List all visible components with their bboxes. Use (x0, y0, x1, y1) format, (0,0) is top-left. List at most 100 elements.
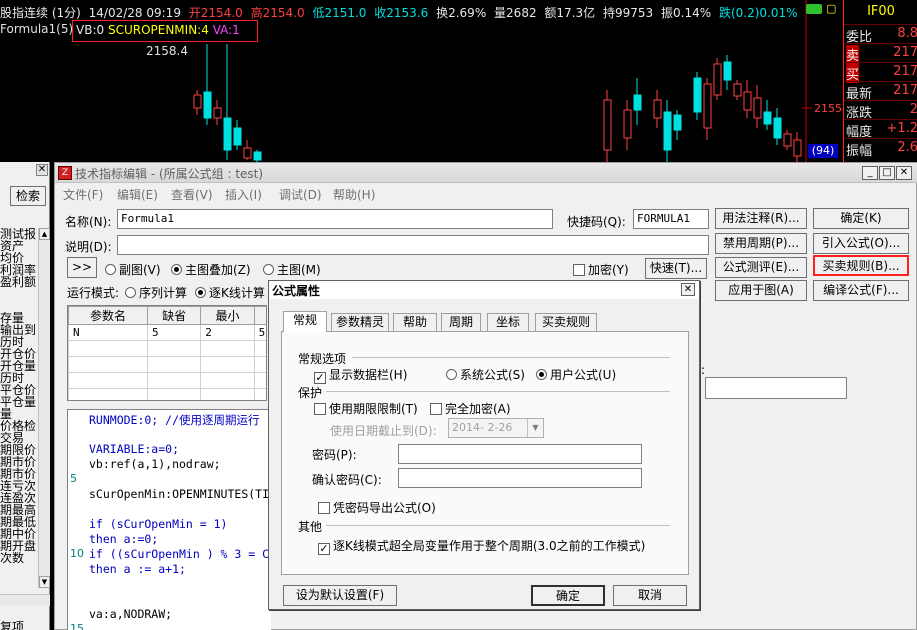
right-text-input[interactable] (705, 377, 847, 399)
radio-mode-kline[interactable]: 逐K线计算 (195, 284, 265, 301)
disable-period-button[interactable]: 禁用周期(P)... (715, 233, 807, 254)
table-row[interactable]: N52500 (68, 324, 266, 341)
code-line[interactable]: if (sCurOpenMin = 1) (89, 517, 227, 531)
left-list-item[interactable]: 历时 (0, 372, 38, 384)
code-line[interactable]: then a:=0; (89, 532, 158, 546)
use-expiry-checkbox[interactable]: 使用期限限制(T) (314, 400, 418, 417)
param-cell[interactable] (200, 372, 255, 389)
left-list-item[interactable]: 次数 (0, 552, 38, 564)
radio-main-chart[interactable]: 主图(M) (263, 261, 321, 278)
apply-to-chart-button[interactable]: 应用于图(A) (715, 280, 807, 301)
maximize-icon[interactable]: □ (879, 166, 895, 180)
param-cell[interactable] (200, 340, 255, 357)
param-cell[interactable] (146, 372, 202, 389)
param-cell[interactable]: 2 (200, 324, 255, 341)
menu-insert[interactable]: 插入(I) (225, 186, 262, 203)
tab-param-wizard[interactable]: 参数精灵 (331, 313, 389, 331)
menu-file[interactable]: 文件(F) (63, 186, 103, 203)
tab-general[interactable]: 常规 (283, 311, 327, 332)
tab-axis[interactable]: 坐标 (487, 313, 529, 331)
left-list-item[interactable]: 开仓量 (0, 360, 38, 372)
param-cell[interactable] (68, 356, 148, 373)
radio-user-formula[interactable]: 用户公式(U) (536, 366, 616, 383)
table-row[interactable] (68, 372, 266, 389)
param-cell[interactable]: 500 (253, 324, 266, 341)
name-input[interactable]: Formula1 (117, 209, 553, 229)
window-close-icon[interactable]: ✕ (896, 166, 912, 180)
code-editor[interactable]: 5 10 15 RUNMODE:0; //使用逐周期运行 VARIABLE:a=0; v… (67, 409, 271, 630)
minimize-icon[interactable]: _ (862, 166, 878, 180)
left-list-item[interactable] (0, 300, 38, 312)
left-list-item[interactable]: 期开盘 (0, 540, 38, 552)
left-list-item[interactable]: 存量 (0, 312, 38, 324)
show-data-bar-checkbox[interactable]: ✓ 显示数据栏(H) (314, 366, 407, 384)
left-list-item[interactable]: 连亏次 (0, 480, 38, 492)
left-list-item[interactable]: 利润率 (0, 264, 38, 276)
dialog-close-icon[interactable]: ✕ (681, 283, 695, 296)
table-row[interactable] (68, 340, 266, 357)
left-list-item[interactable]: 交易 (0, 432, 38, 444)
left-list-item[interactable]: 期中价 (0, 528, 38, 540)
full-encrypt-checkbox[interactable]: 完全加密(A) (430, 400, 511, 417)
left-list-item[interactable]: 量 (0, 408, 38, 420)
close-icon[interactable]: ✕ (36, 164, 48, 176)
tab-trade-rules[interactable]: 买卖规则 (535, 313, 597, 331)
import-formula-button[interactable]: 引入公式(O)... (813, 233, 909, 254)
expand-button[interactable]: >> (67, 257, 97, 278)
menu-help[interactable]: 帮助(H) (333, 186, 375, 203)
param-cell[interactable] (68, 388, 148, 400)
left-list-item[interactable]: 平仓价 (0, 384, 38, 396)
shortcut-input[interactable]: FORMULA1 (633, 209, 709, 229)
param-column-header[interactable]: 最大 (253, 306, 266, 325)
param-column-header[interactable]: 参数名 (68, 306, 148, 325)
param-cell[interactable]: N (68, 324, 148, 341)
left-list-item[interactable]: 期限价 (0, 444, 38, 456)
dialog-cancel-button[interactable]: 取消 (613, 585, 687, 606)
left-list-item[interactable]: 测试报 (0, 228, 38, 240)
parameter-table[interactable]: 参数名缺省最小最大 N52500 (67, 305, 267, 401)
param-cell[interactable] (68, 372, 148, 389)
menu-view[interactable]: 查看(V) (171, 186, 213, 203)
param-cell[interactable]: 5 (146, 324, 202, 341)
dialog-ok-button[interactable]: 确定 (531, 585, 605, 606)
left-list-item[interactable]: 期市价 (0, 456, 38, 468)
left-list-item[interactable]: 盈利额 (0, 276, 38, 288)
param-cell[interactable] (146, 388, 202, 400)
kline-chart[interactable]: 股指连续 (1分) 14/02/28 09:19 开2154.0 高2154.0… (0, 0, 843, 162)
param-cell[interactable] (146, 356, 202, 373)
param-cell[interactable] (253, 372, 266, 389)
quick-button[interactable]: 快速(T)... (645, 258, 707, 279)
left-hscrollbar[interactable] (0, 594, 50, 606)
code-line[interactable]: if ((sCurOpenMin ) % 3 = C (89, 547, 269, 561)
expiry-date-picker[interactable]: 2014- 2-26 ▼ (448, 418, 544, 438)
radio-system-formula[interactable]: 系统公式(S) (446, 366, 525, 383)
radio-mode-sequence[interactable]: 序列计算 (125, 284, 187, 301)
radio-main-overlay[interactable]: 主图叠加(Z) (171, 261, 251, 278)
param-cell[interactable] (68, 340, 148, 357)
compile-formula-button[interactable]: 编译公式(F)... (813, 280, 909, 301)
set-default-button[interactable]: 设为默认设置(F) (283, 585, 397, 606)
code-line[interactable]: vb:ref(a,1),nodraw; (89, 457, 221, 471)
code-text[interactable]: RUNMODE:0; //使用逐周期运行 VARIABLE:a=0; vb:ref(… (89, 410, 271, 630)
radio-sub-chart[interactable]: 副图(V) (105, 261, 161, 278)
left-list-item[interactable]: 价格检 (0, 420, 38, 432)
desc-input[interactable] (117, 235, 709, 255)
param-column-header[interactable]: 最小 (200, 306, 255, 325)
search-button[interactable]: 检索 (10, 186, 46, 206)
scroll-up-icon[interactable]: ▲ (39, 228, 50, 240)
formula-test-button[interactable]: 公式测评(E)... (715, 257, 807, 278)
code-line[interactable]: va:a,NODRAW; (89, 607, 172, 621)
param-cell[interactable] (253, 340, 266, 357)
scroll-down-icon[interactable]: ▼ (39, 576, 50, 588)
table-row[interactable] (68, 388, 266, 400)
left-scrollbar[interactable]: ▲ ▼ (38, 228, 50, 588)
left-list-item[interactable]: 输出到 (0, 324, 38, 336)
left-list-item[interactable]: 资产 (0, 240, 38, 252)
code-line[interactable]: RUNMODE:0; //使用逐周期运行 (89, 412, 260, 427)
left-list-item[interactable]: 期最高 (0, 504, 38, 516)
trade-rules-button[interactable]: 买卖规则(B)... (813, 255, 909, 276)
confirm-password-input[interactable] (398, 468, 642, 488)
left-list-item[interactable]: 平仓量 (0, 396, 38, 408)
left-list-item[interactable]: 期市价 (0, 468, 38, 480)
confirm-button[interactable]: 确定(K) (813, 208, 909, 229)
